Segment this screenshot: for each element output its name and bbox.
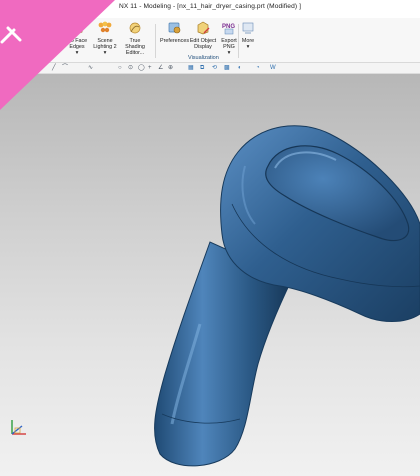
color-icon[interactable]: ◔ bbox=[256, 64, 260, 72]
shading-icon[interactable]: ◐ bbox=[238, 64, 242, 72]
preferences-label: Preferences bbox=[160, 38, 190, 44]
export-png-button[interactable]: PNG Export PNG ▾ bbox=[218, 21, 240, 59]
true-shading-editor-label: True Shading Editor... bbox=[125, 38, 145, 56]
ribbon-separator bbox=[155, 24, 156, 58]
logo-icon bbox=[0, 26, 22, 44]
ribbon-separator bbox=[238, 24, 239, 58]
preferences-button[interactable]: Preferences bbox=[160, 21, 190, 59]
chevron-down-icon: ▾ bbox=[246, 44, 250, 50]
edit-object-display-icon bbox=[197, 21, 210, 35]
circle-snap-icon[interactable]: ○ bbox=[118, 64, 122, 72]
quadrant-snap-icon[interactable]: ◯ bbox=[138, 64, 145, 72]
preferences-icon bbox=[168, 22, 181, 34]
wcs-icon[interactable]: W bbox=[270, 64, 276, 72]
graphics-viewport[interactable] bbox=[0, 74, 420, 476]
layers-icon[interactable]: ⧉ bbox=[200, 64, 204, 72]
wcs-triad-icon bbox=[11, 420, 26, 435]
edit-object-display-button[interactable]: Edit Object Display bbox=[188, 21, 218, 59]
point-on-curve-icon[interactable]: + bbox=[148, 64, 152, 72]
hair-dryer-model[interactable] bbox=[0, 74, 420, 476]
center-snap-icon[interactable]: ⊙ bbox=[128, 64, 133, 72]
true-shading-editor-button[interactable]: True Shading Editor... bbox=[120, 21, 150, 59]
more-icon bbox=[242, 22, 254, 34]
chevron-down-icon: ▾ bbox=[227, 50, 231, 56]
intersection-snap-icon[interactable]: ⊕ bbox=[168, 64, 173, 72]
more-button[interactable]: More ▾ bbox=[240, 21, 256, 59]
edit-object-display-label: Edit Object Display bbox=[189, 38, 217, 50]
grid-icon[interactable]: ▦ bbox=[188, 64, 194, 72]
export-png-label: Export PNG bbox=[221, 38, 237, 50]
true-shading-icon bbox=[129, 22, 141, 34]
render-style-icon[interactable]: ▩ bbox=[224, 64, 230, 72]
rotate-icon[interactable]: ⟲ bbox=[212, 64, 217, 72]
png-icon: PNG bbox=[222, 24, 235, 35]
corner-overlay bbox=[0, 0, 115, 110]
angle-snap-icon[interactable]: ∠ bbox=[158, 64, 163, 72]
visualization-group-label: Visualization bbox=[188, 55, 219, 61]
